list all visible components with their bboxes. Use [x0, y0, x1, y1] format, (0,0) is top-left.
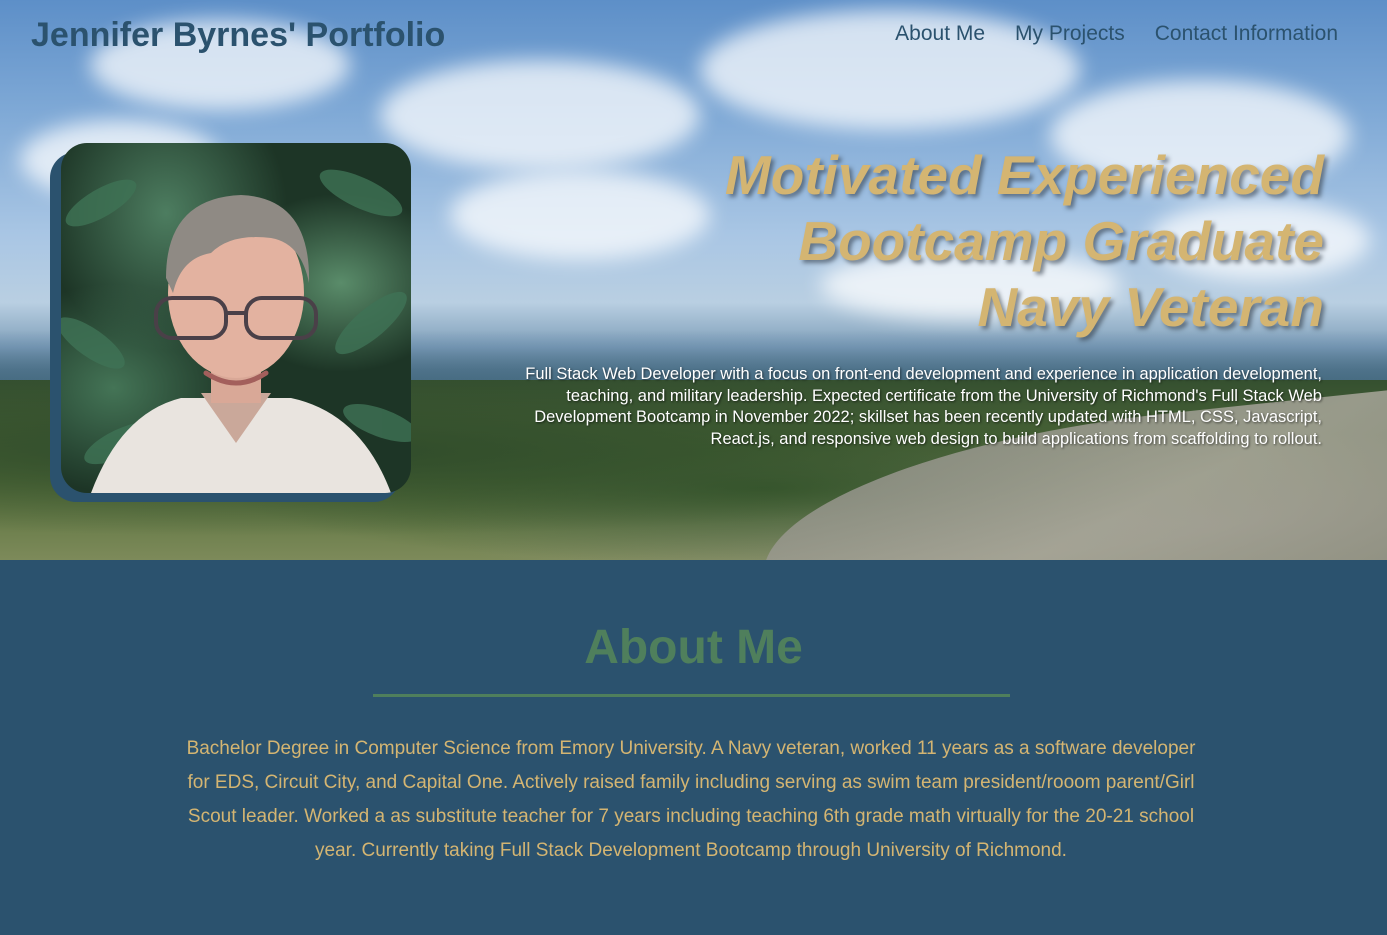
hero-headline: Motivated Experienced Bootcamp Graduate … — [725, 142, 1324, 340]
nav-links: About Me My Projects Contact Information — [895, 22, 1338, 46]
headline-line-1: Motivated Experienced — [724, 144, 1324, 206]
nav-link-contact[interactable]: Contact Information — [1155, 22, 1338, 46]
portrait-illustration — [61, 169, 411, 493]
site-brand[interactable]: Jennifer Byrnes' Portfolio — [31, 16, 445, 55]
profile-photo — [61, 143, 411, 493]
nav-link-about[interactable]: About Me — [895, 22, 985, 46]
hero-section: Jennifer Byrnes' Portfolio About Me My P… — [0, 0, 1387, 560]
headline-line-2: Bootcamp Graduate — [798, 210, 1324, 272]
hero-summary: Full Stack Web Developer with a focus on… — [525, 365, 1322, 448]
section-divider — [373, 694, 1010, 697]
headline-line-3: Navy Veteran — [977, 276, 1325, 338]
navbar: Jennifer Byrnes' Portfolio About Me My P… — [0, 0, 1387, 72]
about-text: Bachelor Degree in Computer Science from… — [186, 738, 1196, 861]
about-title: About Me — [584, 621, 803, 674]
nav-link-projects[interactable]: My Projects — [1015, 22, 1125, 46]
about-section: About Me Bachelor Degree in Computer Sci… — [0, 560, 1387, 935]
